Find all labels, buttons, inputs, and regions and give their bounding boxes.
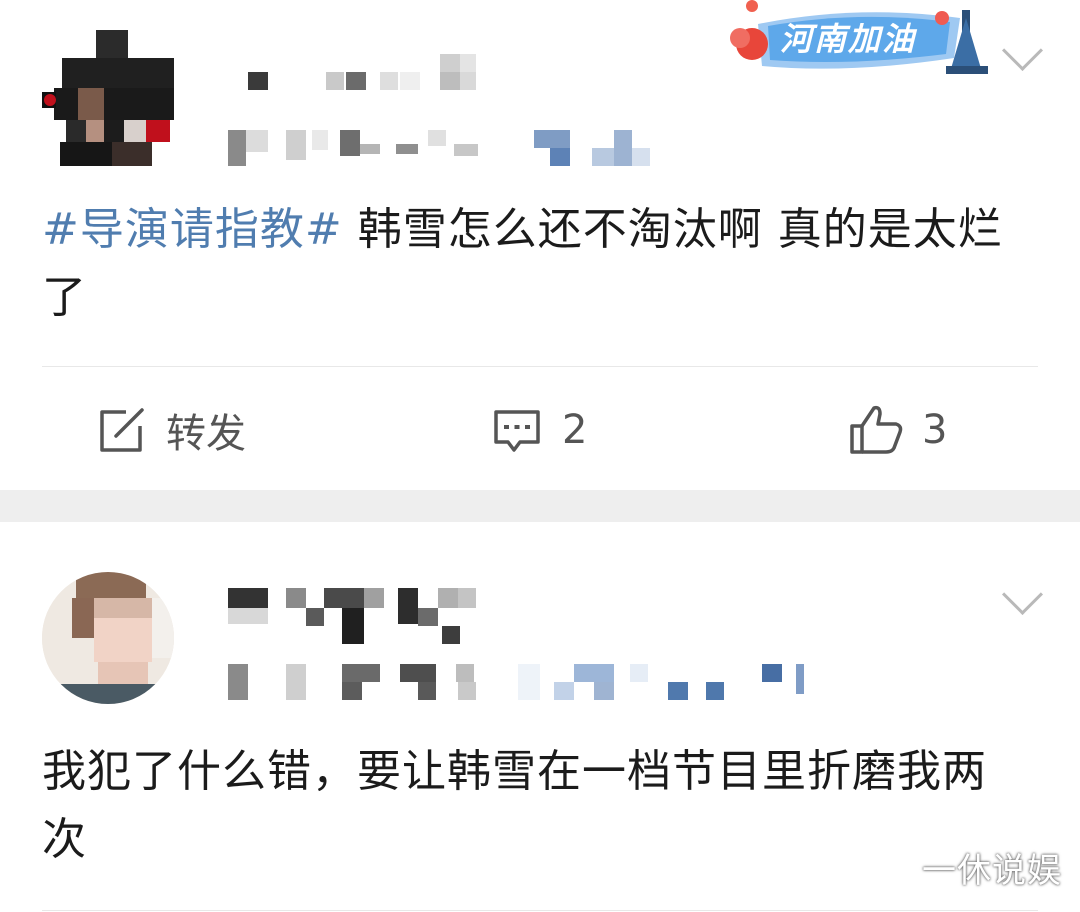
chevron-down-icon[interactable] (1001, 29, 1044, 72)
username-mosaic[interactable] (228, 584, 488, 646)
comment-icon (490, 406, 544, 454)
username-mosaic[interactable] (230, 50, 490, 94)
post-text: 我犯了什么错，要让韩雪在一档节目里折磨我两次 (42, 746, 987, 865)
avatar[interactable] (42, 30, 174, 166)
repost-label: 转发 (166, 411, 246, 457)
weibo-post-2: 我犯了什么错，要让韩雪在一档节目里折磨我两次 (0, 522, 1080, 912)
comment-button[interactable]: 2 (490, 398, 587, 462)
divider (42, 366, 1038, 367)
like-count: 3 (922, 407, 948, 453)
meta-mosaic (228, 130, 650, 166)
weibo-post-1: 河南加油 #导演请指教# 韩雪怎么还不淘汰啊 真的是太烂了 转发 2 3 (0, 0, 1080, 490)
repost-icon (96, 406, 148, 454)
province-badge: 河南加油 (728, 0, 992, 80)
badge-text: 河南加油 (780, 20, 917, 58)
section-gap (0, 490, 1080, 522)
chevron-down-icon[interactable] (1001, 573, 1044, 616)
comment-count: 2 (562, 407, 588, 453)
post-text: #导演请指教# 韩雪怎么还不淘汰啊 真的是太烂了 (42, 196, 1042, 332)
topic-link[interactable]: #导演请指教# (42, 204, 343, 255)
thumbs-up-icon (848, 404, 904, 456)
like-button[interactable]: 3 (848, 398, 947, 462)
watermark: 一休说娱 (922, 851, 1062, 891)
meta-mosaic (228, 664, 804, 700)
avatar[interactable] (42, 572, 174, 704)
repost-button[interactable]: 转发 (96, 398, 246, 462)
divider (42, 910, 1038, 911)
